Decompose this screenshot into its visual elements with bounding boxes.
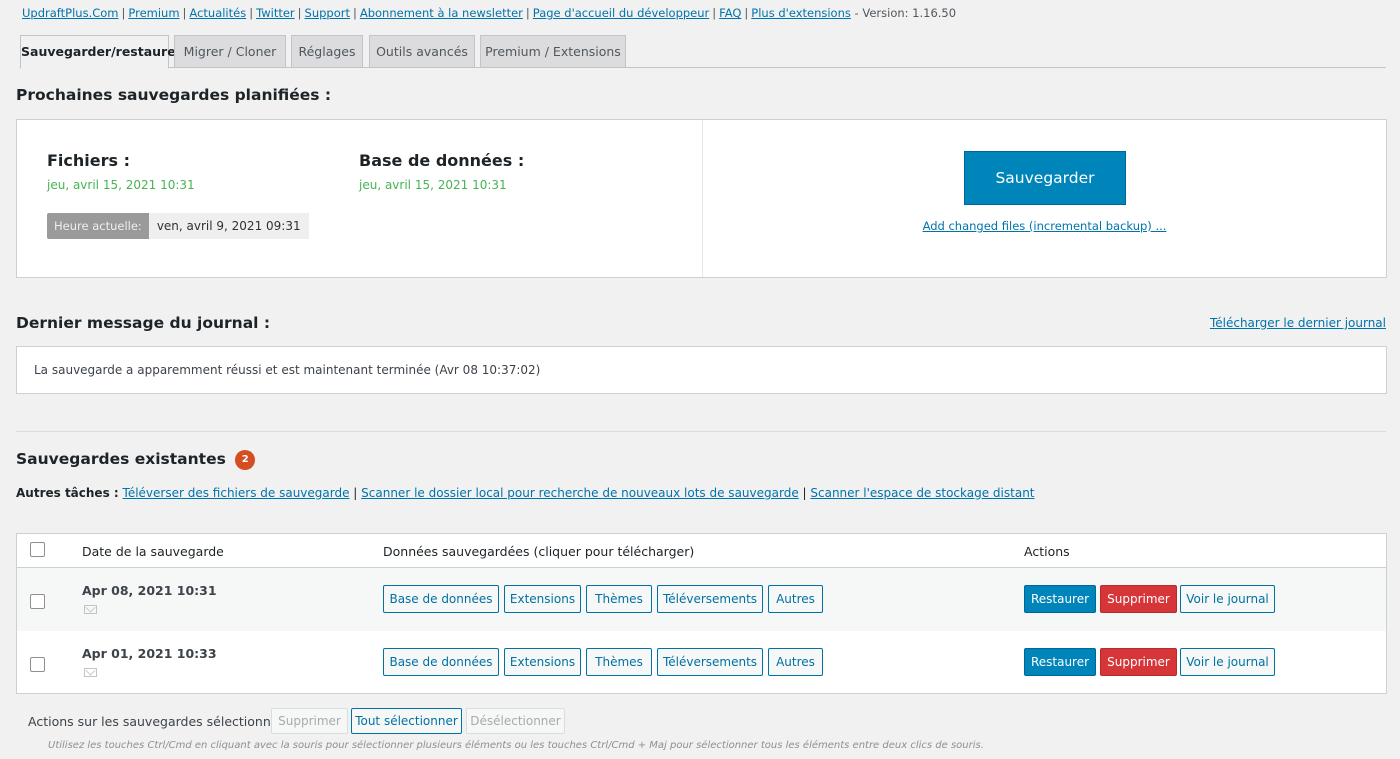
download-log-link[interactable]: Télécharger le dernier journal [1210,316,1386,330]
existing-heading: Sauvegardes existantes 2 [16,450,256,470]
bulk-delete-button[interactable]: Supprimer [271,708,348,734]
download-database-button[interactable]: Base de données [383,585,499,613]
tab-advanced-tools[interactable]: Outils avancés [369,35,475,68]
log-box: La sauvegarde a apparemment réussi et es… [16,346,1387,394]
header-actions: Actions [1024,544,1070,559]
link-updraftplus[interactable]: UpdraftPlus.Com [22,6,118,20]
backup-count-badge: 2 [235,450,256,470]
download-themes-button[interactable]: Thèmes [586,648,652,676]
download-themes-button[interactable]: Thèmes [586,585,652,613]
link-developer-home[interactable]: Page d'accueil du développeur [533,6,709,20]
link-more-plugins[interactable]: Plus d'extensions [751,6,851,20]
other-tasks-label: Autres tâches : [16,486,119,500]
view-log-button[interactable]: Voir le journal [1180,585,1275,613]
backup-date: Apr 08, 2021 10:31 [82,583,217,598]
link-news[interactable]: Actualités [189,6,246,20]
scheduled-heading: Prochaines sauvegardes planifiées : [16,86,332,104]
database-label: Base de données : [359,151,525,170]
download-plugins-button[interactable]: Extensions [504,648,581,676]
delete-button[interactable]: Supprimer [1100,585,1177,613]
link-support[interactable]: Support [305,6,350,20]
table-row[interactable]: Apr 08, 2021 10:31 Base de données Exten… [17,568,1386,631]
link-premium[interactable]: Premium [128,6,179,20]
row-checkbox[interactable] [30,657,45,672]
table-header: Date de la sauvegarde Données sauvegardé… [17,534,1386,568]
current-time-label: Heure actuelle: [47,213,149,239]
tab-bar: Sauvegarder/restaurer Migrer / Cloner Ré… [20,35,1386,69]
download-plugins-button[interactable]: Extensions [504,585,581,613]
other-tasks: Autres tâches : Téléverser des fichiers … [16,486,1035,500]
download-others-button[interactable]: Autres [768,585,823,613]
tab-premium-extensions[interactable]: Premium / Extensions [480,35,626,68]
backup-date: Apr 01, 2021 10:33 [82,646,217,661]
tab-migrate-clone[interactable]: Migrer / Cloner [174,35,286,68]
separator [16,431,1386,432]
download-others-button[interactable]: Autres [768,648,823,676]
log-message: La sauvegarde a apparemment réussi et es… [34,363,541,377]
scheduled-box: Fichiers : jeu, avril 15, 2021 10:31 Bas… [16,119,1387,278]
files-date: jeu, avril 15, 2021 10:31 [47,178,195,192]
link-faq[interactable]: FAQ [719,6,741,20]
header-data: Données sauvegardées (cliquer pour téléc… [383,544,695,559]
current-time-value: ven, avril 9, 2021 09:31 [148,213,309,239]
email-icon [84,605,97,614]
version-text: - Version: 1.16.50 [854,6,957,20]
link-newsletter[interactable]: Abonnement à la newsletter [360,6,523,20]
header-date: Date de la sauvegarde [82,544,224,559]
rescan-remote-link[interactable]: Scanner l'espace de stockage distant [810,486,1034,500]
existing-heading-text: Sauvegardes existantes [16,450,226,468]
download-uploads-button[interactable]: Téléversements [657,585,763,613]
backups-table: Date de la sauvegarde Données sauvegardé… [16,533,1387,694]
view-log-button[interactable]: Voir le journal [1180,648,1275,676]
download-database-button[interactable]: Base de données [383,648,499,676]
selection-hint: Utilisez les touches Ctrl/Cmd en cliquan… [48,740,984,751]
download-uploads-button[interactable]: Téléversements [657,648,763,676]
files-label: Fichiers : [47,151,131,170]
restore-button[interactable]: Restaurer [1024,648,1096,676]
database-date: jeu, avril 15, 2021 10:31 [359,178,507,192]
restore-button[interactable]: Restaurer [1024,585,1096,613]
table-row[interactable]: Apr 01, 2021 10:33 Base de données Exten… [17,631,1386,694]
bulk-actions-label: Actions sur les sauvegardes sélectionnée… [28,714,293,729]
incremental-backup-link[interactable]: Add changed files (incremental backup) .… [923,219,1167,233]
upload-backup-link[interactable]: Téléverser des fichiers de sauvegarde [123,486,350,500]
select-all-button[interactable]: Tout sélectionner [351,708,462,734]
tab-settings[interactable]: Réglages [291,35,363,68]
log-heading: Dernier message du journal : [16,314,271,332]
email-icon [84,668,97,677]
delete-button[interactable]: Supprimer [1100,648,1177,676]
row-checkbox[interactable] [30,594,45,609]
select-all-checkbox[interactable] [30,542,45,557]
tab-backup-restore[interactable]: Sauvegarder/restaurer [20,35,182,69]
link-twitter[interactable]: Twitter [256,6,295,20]
backup-now-button[interactable]: Sauvegarder [964,151,1126,205]
deselect-button[interactable]: Désélectionner [466,708,565,734]
rescan-local-link[interactable]: Scanner le dossier local pour recherche … [361,486,799,500]
current-time: Heure actuelle: ven, avril 9, 2021 09:31 [47,213,309,239]
column-divider [702,120,703,277]
plugin-links: UpdraftPlus.Com | Premium | Actualités | Twitt… [22,6,957,20]
